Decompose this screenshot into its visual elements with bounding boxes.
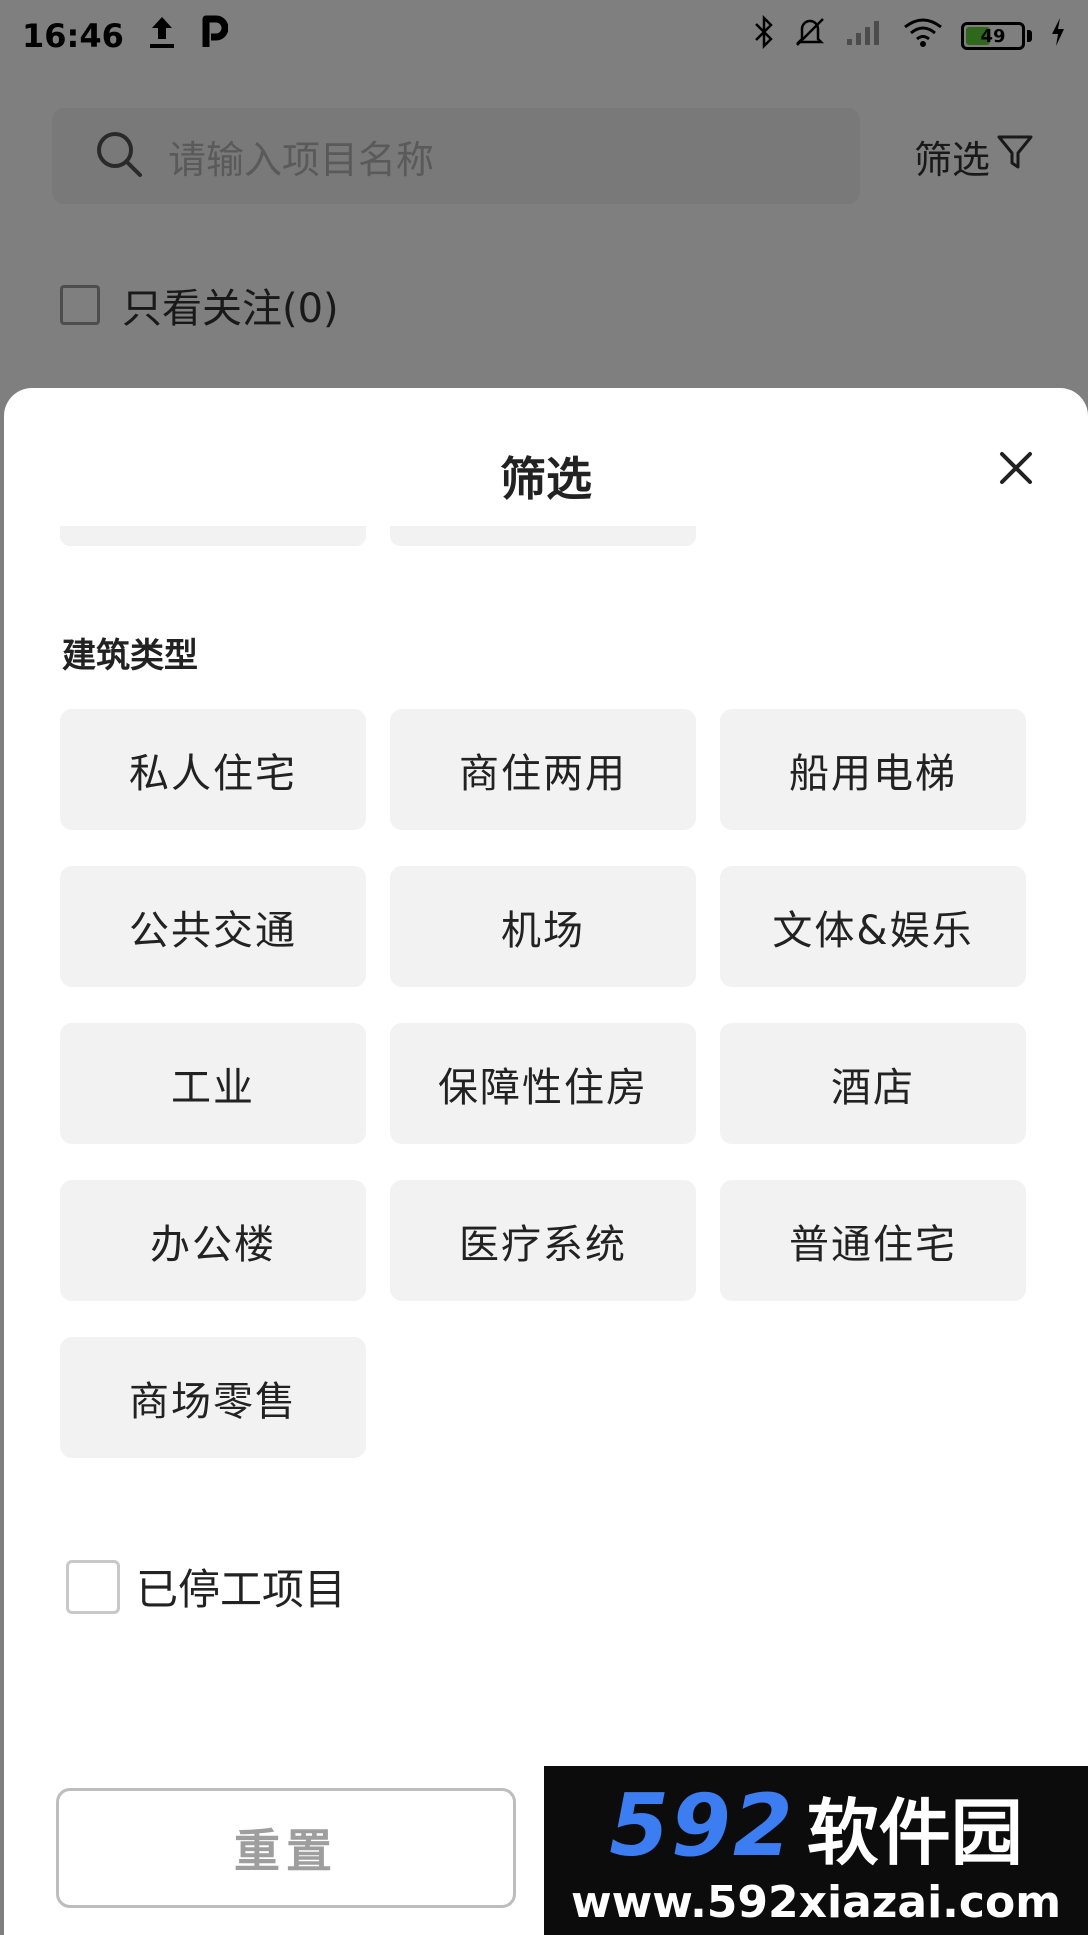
chip-option[interactable]: 公共交通 [60, 866, 366, 987]
stopped-projects-toggle[interactable]: 已停工项目 [66, 1556, 346, 1617]
watermark-url: www.592xiazai.com [570, 1876, 1062, 1928]
partial-chip[interactable] [60, 526, 366, 546]
building-type-options: 私人住宅 商住两用 船用电梯 公共交通 机场 文体&娱乐 工业 保障性住房 酒店… [60, 709, 1026, 1458]
chip-option[interactable]: 医疗系统 [390, 1180, 696, 1301]
close-icon [1000, 452, 1032, 484]
chip-option[interactable]: 酒店 [720, 1023, 1026, 1144]
filter-sheet: 筛选 建筑类型 私人住宅 商住两用 船用电梯 公共交通 机场 文体&娱乐 工业 … [4, 388, 1088, 1935]
chip-option[interactable]: 商住两用 [390, 709, 696, 830]
chip-option[interactable]: 机场 [390, 866, 696, 987]
partial-chip[interactable] [390, 526, 696, 546]
sheet-title: 筛选 [500, 452, 592, 506]
chip-option[interactable]: 文体&娱乐 [720, 866, 1026, 987]
watermark-logo: 592 软件园 www.592xiazai.com [544, 1766, 1088, 1935]
close-button[interactable] [996, 448, 1036, 488]
chip-option[interactable]: 普通住宅 [720, 1180, 1026, 1301]
chip-option[interactable]: 工业 [60, 1023, 366, 1144]
watermark-number: 592 [609, 1776, 795, 1876]
chip-option[interactable]: 私人住宅 [60, 709, 366, 830]
section-title-building-type: 建筑类型 [62, 636, 198, 676]
chip-option[interactable]: 保障性住房 [390, 1023, 696, 1144]
chip-option[interactable]: 办公楼 [60, 1180, 366, 1301]
stopped-projects-label: 已停工项目 [136, 1565, 347, 1614]
chip-option[interactable]: 商场零售 [60, 1337, 366, 1458]
stopped-projects-checkbox[interactable] [66, 1559, 120, 1614]
watermark-name: 软件园 [806, 1790, 1023, 1875]
reset-button[interactable]: 重置 [56, 1788, 516, 1908]
chip-option[interactable]: 船用电梯 [720, 709, 1026, 830]
